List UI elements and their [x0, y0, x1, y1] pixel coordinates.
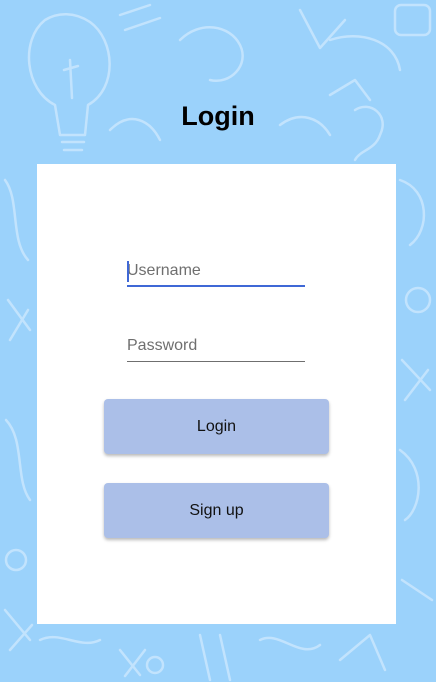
text-cursor — [127, 261, 129, 282]
username-input[interactable] — [127, 257, 305, 285]
password-field[interactable] — [127, 332, 305, 362]
login-button[interactable]: Login — [104, 399, 329, 454]
signup-button[interactable]: Sign up — [104, 483, 329, 538]
username-underline — [127, 285, 305, 287]
page-title: Login — [181, 101, 255, 131]
password-underline — [127, 361, 305, 362]
login-card: Login Sign up — [37, 164, 396, 624]
password-input[interactable] — [127, 332, 305, 360]
username-field[interactable] — [127, 257, 305, 287]
